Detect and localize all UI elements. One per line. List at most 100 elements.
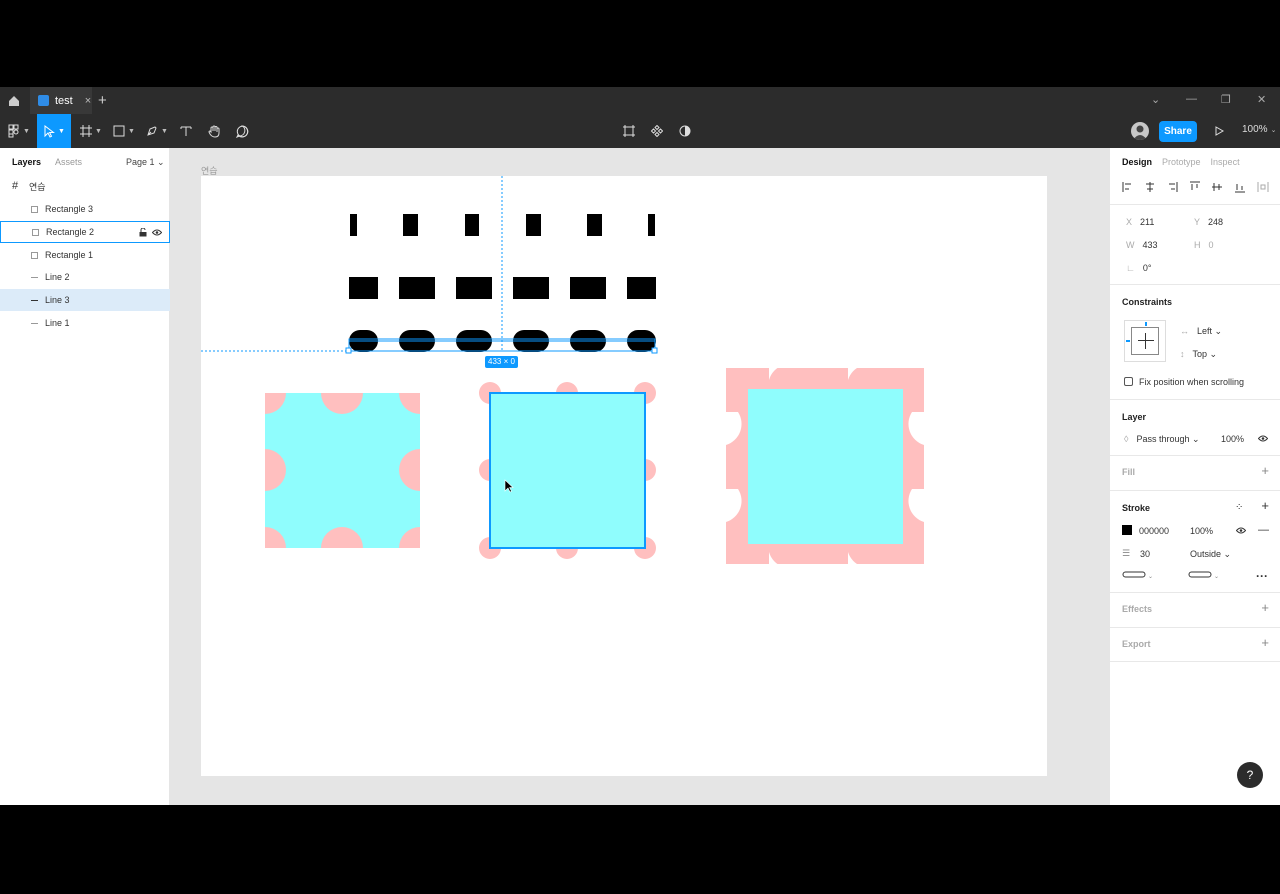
layer-frame[interactable]: # 연습 <box>0 175 170 197</box>
component-button[interactable] <box>648 114 666 148</box>
blend-drop-icon: ◊ <box>1124 434 1129 444</box>
stroke-weight[interactable]: 30 <box>1140 549 1150 559</box>
close-tab-icon[interactable]: × <box>85 95 91 107</box>
page-selector[interactable]: Page 1 ⌄ <box>126 157 165 168</box>
align-center-v-icon[interactable] <box>1212 183 1222 191</box>
chevron-down-icon: ▼ <box>128 127 135 135</box>
vertical-constraint-dropdown[interactable]: ↕ Top ⌄ <box>1180 349 1217 360</box>
frame-tool-button[interactable]: ▼ <box>78 114 104 148</box>
constraint-v-value: Top <box>1192 349 1208 359</box>
crop-button[interactable] <box>620 114 638 148</box>
line-icon <box>31 276 38 278</box>
stroke-opacity[interactable]: 100% <box>1190 526 1213 536</box>
align-bottom-icon[interactable] <box>1235 184 1245 193</box>
layer-line-1[interactable]: Line 1 <box>0 312 170 334</box>
hand-tool-button[interactable] <box>204 114 224 148</box>
eye-icon[interactable] <box>1258 435 1268 442</box>
resize-handle[interactable] <box>651 347 658 354</box>
add-fill-icon[interactable]: + <box>1261 463 1269 478</box>
home-icon[interactable] <box>6 93 22 109</box>
y-field[interactable]: Y 248 <box>1194 217 1223 227</box>
constraints-title: Constraints <box>1122 297 1173 307</box>
constraints-cross-h <box>1138 340 1154 341</box>
eye-icon[interactable] <box>1236 527 1246 534</box>
fix-position-checkbox[interactable] <box>1124 377 1133 386</box>
h-field[interactable]: H0 <box>1194 240 1214 250</box>
new-tab-icon[interactable]: + <box>98 92 107 109</box>
layer-label: Line 2 <box>45 272 70 282</box>
rotation-field[interactable]: ∟ 0° <box>1126 263 1151 273</box>
distribute-icon[interactable] <box>1257 182 1269 192</box>
canvas[interactable]: 연습 433 × 0 <box>170 148 1109 805</box>
figma-logo-icon <box>8 124 19 138</box>
tab-inspect[interactable]: Inspect <box>1211 157 1240 167</box>
tab-assets[interactable]: Assets <box>55 157 82 167</box>
help-button[interactable]: ? <box>1237 762 1263 788</box>
y-value: 248 <box>1208 217 1224 227</box>
stroke-color-swatch[interactable] <box>1122 525 1132 535</box>
layer-label: Rectangle 2 <box>46 227 95 237</box>
rectangle-2[interactable] <box>478 381 656 560</box>
layer-section: Layer ◊ Pass through ⌄ 100% <box>1110 399 1280 455</box>
constraint-top-indicator[interactable] <box>1145 322 1147 326</box>
unlock-icon[interactable] <box>139 228 147 237</box>
restore-icon[interactable]: ❐ <box>1221 93 1231 106</box>
stroke-cap-start-icon[interactable]: ⌄ <box>1122 571 1154 579</box>
constraints-widget[interactable] <box>1124 320 1166 362</box>
resize-handle[interactable] <box>345 347 352 354</box>
horizontal-constraint-dropdown[interactable]: ↔ Left ⌄ <box>1180 326 1222 337</box>
eye-icon[interactable] <box>152 229 162 236</box>
avatar[interactable] <box>1131 122 1149 140</box>
add-stroke-icon[interactable]: + <box>1261 498 1269 513</box>
comment-tool-button[interactable] <box>232 114 252 148</box>
stroke-color-hex[interactable]: 000000 <box>1139 526 1169 536</box>
share-button[interactable]: Share <box>1159 121 1197 142</box>
chevron-down-icon: ▼ <box>23 127 30 135</box>
rectangle-tool-button[interactable]: ▼ <box>111 114 137 148</box>
present-button[interactable] <box>1210 114 1228 148</box>
move-tool-button[interactable]: ▼ <box>37 114 71 148</box>
horizontal-arrows-icon: ↔ <box>1180 326 1189 336</box>
layer-line-3[interactable]: Line 3 <box>0 289 170 311</box>
blend-mode-dropdown[interactable]: ◊ Pass through ⌄ <box>1124 434 1200 445</box>
add-effect-icon[interactable]: + <box>1261 600 1269 615</box>
x-label: X <box>1126 217 1133 227</box>
tab-layers[interactable]: Layers <box>12 157 41 167</box>
close-window-icon[interactable]: ✕ <box>1257 93 1266 106</box>
file-tab[interactable]: test × <box>30 87 92 114</box>
add-export-icon[interactable]: + <box>1261 635 1269 650</box>
zoom-dropdown[interactable]: 100% ⌄ <box>1242 124 1276 135</box>
h-label: H <box>1194 240 1201 250</box>
text-tool-button[interactable] <box>177 114 195 148</box>
pen-tool-button[interactable]: ▼ <box>144 114 170 148</box>
right-panel-tabs: Design Prototype Inspect <box>1110 148 1280 175</box>
stroke-cap-end-icon[interactable]: ⌄ <box>1188 571 1220 579</box>
align-left-icon[interactable] <box>1122 182 1131 192</box>
comment-icon <box>235 124 248 138</box>
align-right-icon[interactable] <box>1169 182 1178 192</box>
more-options-icon[interactable]: ··· <box>1256 569 1268 583</box>
align-top-icon[interactable] <box>1190 181 1200 190</box>
w-field[interactable]: W 433 <box>1126 240 1158 250</box>
chevron-down-icon[interactable]: ⌄ <box>1151 93 1160 106</box>
constraint-left-indicator[interactable] <box>1126 340 1130 342</box>
tab-design[interactable]: Design <box>1122 157 1152 167</box>
minimize-icon[interactable]: — <box>1186 93 1197 105</box>
rectangle-1[interactable] <box>244 372 441 569</box>
main-menu-button[interactable]: ▼ <box>6 114 32 148</box>
layer-rectangle-2[interactable]: Rectangle 2 <box>0 221 170 243</box>
h-value: 0 <box>1208 240 1214 250</box>
style-grid-icon[interactable]: ⁘ <box>1235 502 1243 513</box>
tab-prototype[interactable]: Prototype <box>1162 157 1201 167</box>
component-icon <box>651 125 663 137</box>
layer-rectangle-1[interactable]: Rectangle 1 <box>0 244 170 266</box>
align-center-h-icon[interactable] <box>1146 182 1154 192</box>
x-field[interactable]: X 211 <box>1126 217 1154 227</box>
remove-stroke-icon[interactable]: — <box>1258 524 1269 536</box>
stroke-align-dropdown[interactable]: Outside ⌄ <box>1190 549 1231 560</box>
layer-opacity[interactable]: 100% <box>1221 434 1244 444</box>
layer-rectangle-3[interactable]: Rectangle 3 <box>0 198 170 220</box>
mask-button[interactable] <box>676 114 694 148</box>
rectangle-3[interactable] <box>726 361 924 564</box>
layer-line-2[interactable]: Line 2 <box>0 266 170 288</box>
